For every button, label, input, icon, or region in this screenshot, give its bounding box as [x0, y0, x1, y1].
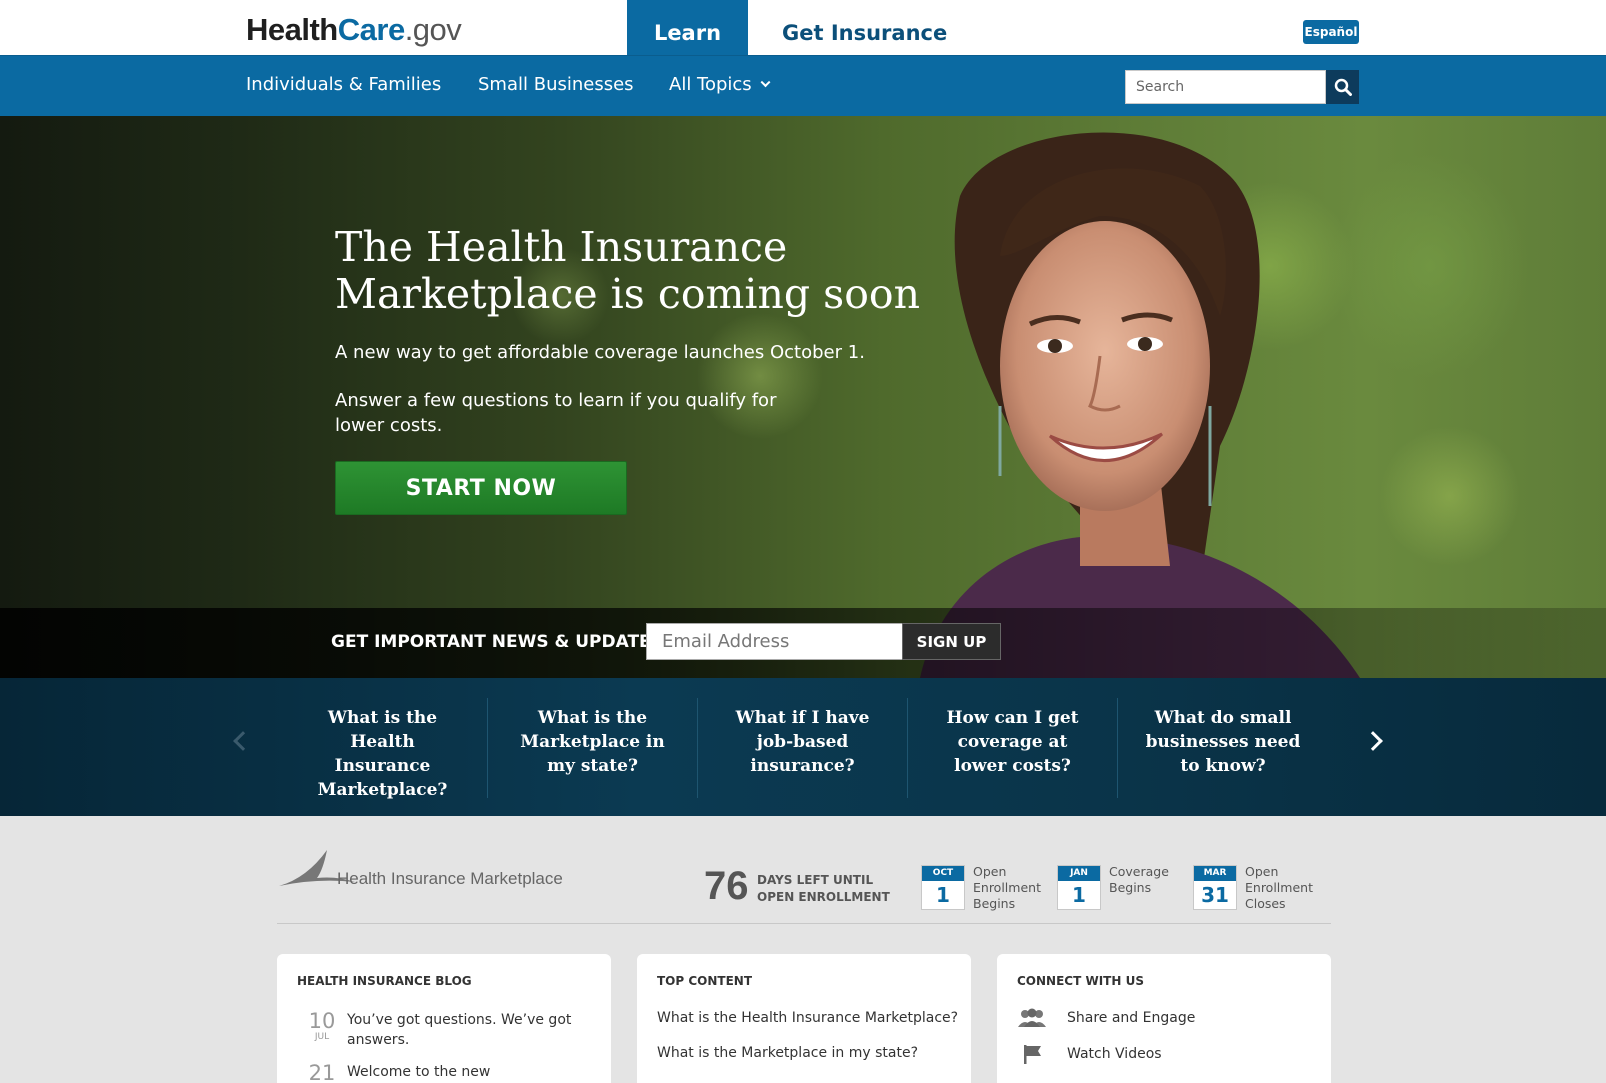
connect-card: CONNECT WITH US Share and Engage Watch V… [997, 954, 1331, 1083]
health-insurance-marketplace-logo: Health Insurance Marketplace [279, 850, 563, 888]
calendar-icon-mar: MAR 31 [1193, 865, 1237, 910]
start-now-button[interactable]: START NOW [335, 461, 627, 515]
top-content-link[interactable]: What is the Health Insurance Marketplace… [657, 1010, 958, 1026]
nav-all-topics[interactable]: All Topics [669, 74, 771, 95]
blog-date: 21 [297, 1062, 347, 1083]
cal-day: 1 [936, 883, 950, 907]
espanol-button[interactable]: Español [1303, 20, 1359, 44]
watch-videos-label: Watch Videos [1067, 1046, 1162, 1062]
blog-month: JUL [314, 1032, 330, 1042]
blog-card: HEALTH INSURANCE BLOG 10 JUL You’ve got … [277, 954, 611, 1083]
main-nav: Individuals & Families Small Businesses … [0, 55, 1606, 116]
people-icon [1018, 1008, 1046, 1027]
nav-individuals-families[interactable]: Individuals & Families [246, 74, 441, 95]
top-content-link[interactable]: What is the Marketplace in my state? [657, 1045, 918, 1061]
watch-videos-link[interactable]: Watch Videos [1017, 1043, 1162, 1065]
cal-day: 1 [1072, 883, 1086, 907]
date-description: Coverage Begins [1109, 864, 1169, 895]
days-left-line1: DAYS LEFT UNTIL [757, 873, 874, 887]
logo-text: Health Insurance Marketplace [337, 869, 563, 888]
carousel-item[interactable]: What is the Marketplace in my state? [488, 698, 698, 798]
chevron-down-icon [760, 77, 771, 88]
days-left-line2: OPEN ENROLLMENT [757, 890, 890, 904]
healthcare-gov-logo[interactable]: Health Care .gov [246, 12, 462, 52]
faq-carousel: What is the Health Insurance Marketplace… [0, 678, 1606, 816]
cal-month: OCT [922, 866, 964, 881]
tab-learn[interactable]: Learn [627, 0, 748, 56]
newsletter-signup: GET IMPORTANT NEWS & UPDATES SIGN UP [0, 608, 1606, 678]
hero-banner: The Health Insurance Marketplace is comi… [0, 116, 1606, 678]
blog-title[interactable]: You’ve got questions. We’ve got answers. [347, 1010, 577, 1050]
days-left-label: DAYS LEFT UNTIL OPEN ENROLLMENT [757, 872, 890, 906]
top-content-card: TOP CONTENT What is the Health Insurance… [637, 954, 971, 1083]
share-and-engage-link[interactable]: Share and Engage [1017, 1008, 1195, 1028]
date-description: Open Enrollment Begins [973, 864, 1041, 911]
blog-day: 10 [308, 1009, 336, 1033]
hero-body: Answer a few questions to learn if you q… [335, 390, 777, 436]
date-description: Open Enrollment Closes [1245, 864, 1313, 911]
top-header: Health Care .gov Learn Get Insurance Esp… [0, 0, 1606, 56]
blog-date: 10 JUL [297, 1010, 347, 1050]
share-and-engage-label: Share and Engage [1067, 1010, 1196, 1026]
cal-month: MAR [1194, 866, 1236, 881]
carousel-item[interactable]: How can I get coverage at lower costs? [908, 698, 1118, 798]
blog-heading: HEALTH INSURANCE BLOG [297, 974, 472, 988]
calendar-icon-oct: OCT 1 [921, 865, 965, 910]
cal-day: 31 [1201, 883, 1229, 907]
blog-entry[interactable]: 21 Welcome to the new [297, 1062, 577, 1083]
hero-photo-woman [920, 132, 1360, 678]
logo-health: Health [246, 12, 338, 47]
carousel-item[interactable]: What do small businesses need to know? [1118, 698, 1328, 798]
hero-subtitle: A new way to get affordable coverage lau… [335, 342, 865, 363]
carousel-prev-arrow-icon[interactable] [233, 731, 253, 751]
logo-care: Care [337, 12, 405, 47]
search-icon [1334, 78, 1352, 96]
carousel-next-arrow-icon[interactable] [1363, 731, 1383, 751]
nav-all-topics-label: All Topics [669, 74, 752, 95]
search-button[interactable] [1326, 70, 1359, 104]
newsletter-label: GET IMPORTANT NEWS & UPDATES [331, 632, 663, 652]
nav-small-businesses[interactable]: Small Businesses [478, 74, 634, 95]
search-input[interactable] [1125, 70, 1326, 104]
tab-get-insurance[interactable]: Get Insurance [782, 0, 947, 56]
flag-icon [1024, 1045, 1041, 1064]
carousel-item[interactable]: What if I have job-based insurance? [698, 698, 908, 798]
blog-day: 21 [308, 1061, 336, 1083]
days-left-count: 76 [704, 864, 749, 908]
blog-entry[interactable]: 10 JUL You’ve got questions. We’ve got a… [297, 1010, 577, 1050]
enrollment-info: Health Insurance Marketplace 76 DAYS LEF… [277, 846, 1331, 924]
hero-title: The Health Insurance Marketplace is comi… [335, 223, 920, 318]
logo-gov: .gov [404, 12, 462, 47]
cal-month: JAN [1058, 866, 1100, 881]
email-field[interactable] [646, 623, 903, 660]
blog-title[interactable]: Welcome to the new [347, 1062, 577, 1083]
top-content-heading: TOP CONTENT [657, 974, 753, 988]
connect-heading: CONNECT WITH US [1017, 974, 1144, 988]
sign-up-button[interactable]: SIGN UP [902, 623, 1001, 660]
calendar-icon-jan: JAN 1 [1057, 865, 1101, 910]
carousel-item[interactable]: What is the Health Insurance Marketplace… [278, 698, 488, 800]
